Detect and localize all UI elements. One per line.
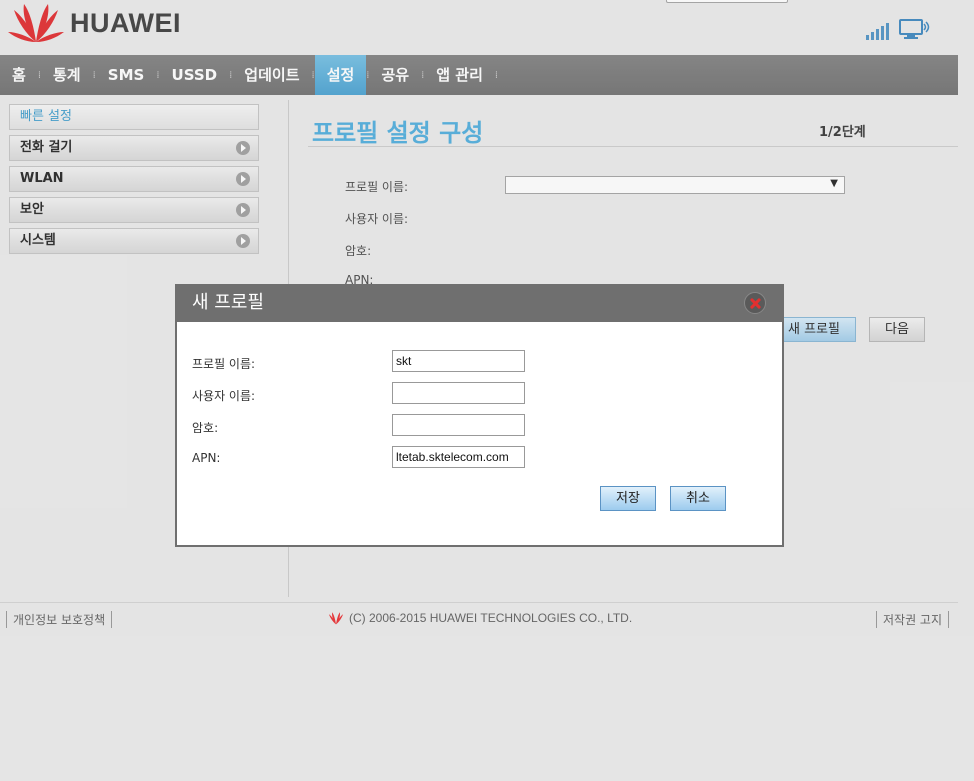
dialog-user-name-label: 사용자 이름: [192,389,256,403]
password-input[interactable] [392,414,525,436]
new-profile-dialog: 새 프로필 프로필 이름: 사용자 이름: 암호: APN: 저장 취소 [175,284,784,547]
privacy-policy-link[interactable]: 개인정보 보호정책 [6,611,113,628]
dialog-profile-name-label: 프로필 이름: [192,357,256,371]
dialog-apn-label: APN: [192,451,221,465]
dialog-title: 새 프로필 [192,292,264,313]
copyright-text: (C) 2006-2015 HUAWEI TECHNOLOGIES CO., L… [349,611,633,625]
user-name-input[interactable] [392,382,525,404]
footer-divider [0,602,958,603]
save-button[interactable]: 저장 [600,486,656,511]
profile-name-input[interactable] [392,350,525,372]
copyright-notice-link[interactable]: 저작권 고지 [876,611,950,628]
dialog-header: 새 프로필 [177,286,782,322]
huawei-logo-icon [328,612,344,625]
copyright: (C) 2006-2015 HUAWEI TECHNOLOGIES CO., L… [327,611,632,625]
dialog-password-label: 암호: [192,421,219,435]
close-icon[interactable] [744,292,766,314]
cancel-button[interactable]: 취소 [670,486,726,511]
apn-input[interactable] [392,446,525,468]
